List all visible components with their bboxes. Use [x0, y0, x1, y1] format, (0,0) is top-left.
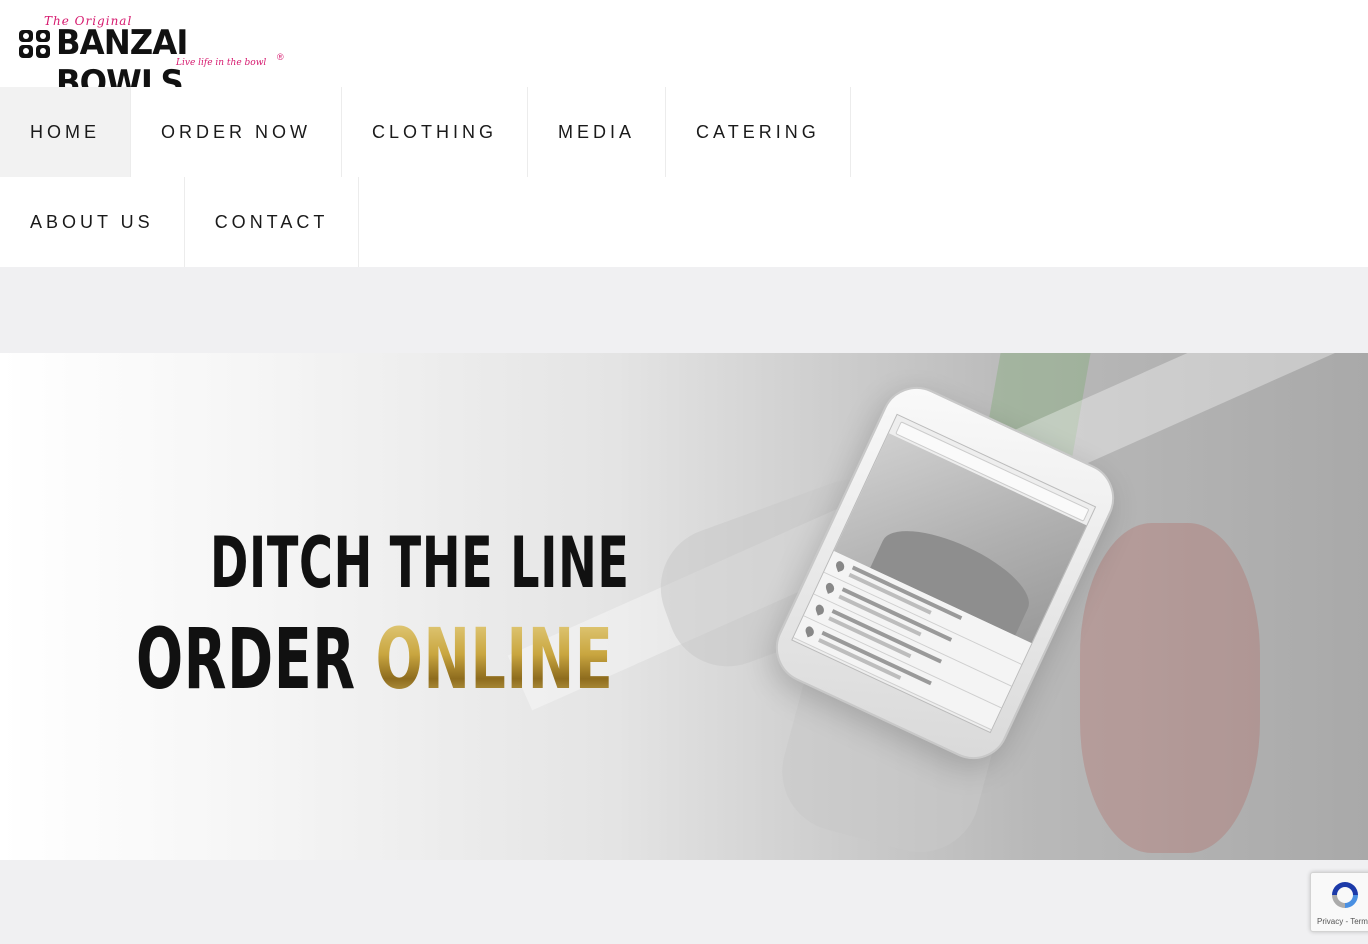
spacer-band	[0, 267, 1368, 353]
nav-item-clothing[interactable]: CLOTHING	[342, 87, 529, 177]
map-pin-icon	[824, 581, 836, 594]
hero-background-shape	[1080, 523, 1260, 853]
banzai-bowls-logo[interactable]: The Original BANZAI BOWLS ® Live life in…	[18, 14, 288, 103]
nav-row-2: ABOUT US CONTACT	[0, 177, 360, 267]
nav-item-about-us[interactable]: ABOUT US	[0, 177, 185, 267]
nav-item-order-now[interactable]: ORDER NOW	[131, 87, 342, 177]
hero-headline-order: ORDER	[136, 610, 356, 708]
map-pin-icon	[804, 625, 816, 638]
map-pin-icon	[814, 603, 826, 616]
nav-item-media[interactable]: MEDIA	[528, 87, 667, 177]
site-header: The Original BANZAI BOWLS ® Live life in…	[0, 0, 1368, 103]
footer-band	[0, 860, 1368, 944]
hero-banner[interactable]: DITCH THE LINE ORDER ONLINE	[0, 353, 1368, 860]
recaptcha-badge[interactable]: Privacy - Terms	[1310, 872, 1368, 932]
registered-mark: ®	[277, 52, 284, 62]
recaptcha-icon	[1332, 882, 1358, 908]
nav-item-home[interactable]: HOME	[0, 87, 131, 177]
nav-item-catering[interactable]: CATERING	[666, 87, 851, 177]
hero-headline-line2: ORDER ONLINE	[136, 611, 613, 707]
nav-row-1: HOME ORDER NOW CLOTHING MEDIA CATERING	[0, 87, 851, 177]
logo-tagline-bottom: Live life in the bowl	[176, 58, 267, 68]
recaptcha-links[interactable]: Privacy - Terms	[1317, 917, 1368, 926]
hero-headline-online: ONLINE	[375, 610, 614, 708]
map-pin-icon	[834, 559, 846, 573]
hero-headline-line1: DITCH THE LINE	[210, 522, 630, 604]
nav-item-contact[interactable]: CONTACT	[184, 177, 360, 267]
bowl-logo-icon	[19, 30, 50, 58]
